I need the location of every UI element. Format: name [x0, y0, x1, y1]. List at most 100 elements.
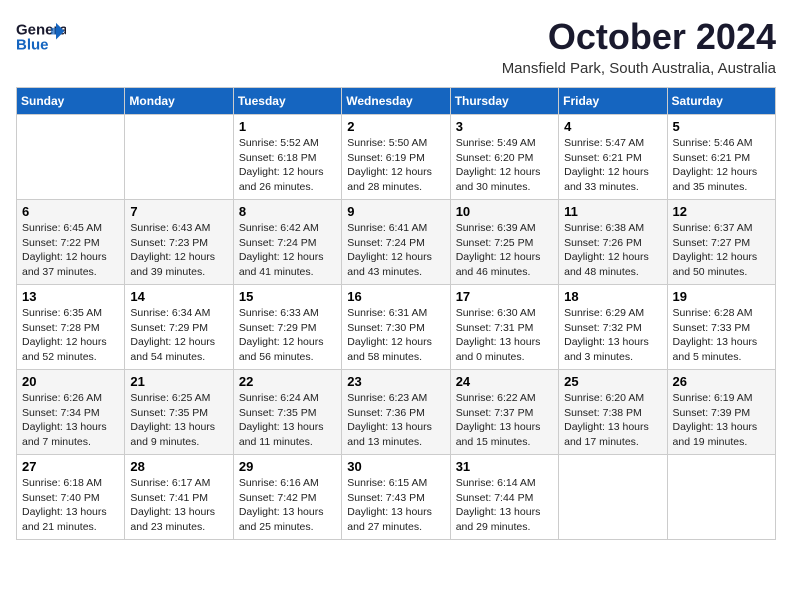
calendar-week-row: 27Sunrise: 6:18 AM Sunset: 7:40 PM Dayli… — [17, 455, 776, 540]
calendar-cell: 27Sunrise: 6:18 AM Sunset: 7:40 PM Dayli… — [17, 455, 125, 540]
calendar-cell: 16 Sunrise: 6:31 AM Sunset: 7:30 PM Dayli… — [342, 285, 450, 370]
calendar-cell: 23Sunrise: 6:23 AM Sunset: 7:36 PM Dayli… — [342, 370, 450, 455]
day-info: Sunrise: 6:28 AM Sunset: 7:33 PM Dayligh… — [673, 306, 770, 365]
calendar-cell: 10 Sunrise: 6:39 AM Sunset: 7:25 PM Dayli… — [450, 200, 558, 285]
calendar-cell: 19 Sunrise: 6:28 AM Sunset: 7:33 PM Dayli… — [667, 285, 775, 370]
calendar-cell: 15 Sunrise: 6:33 AM Sunset: 7:29 PM Dayli… — [233, 285, 341, 370]
day-number: 1 — [239, 119, 336, 134]
calendar-cell — [559, 455, 667, 540]
calendar-cell: 8Sunrise: 6:42 AM Sunset: 7:24 PM Daylig… — [233, 200, 341, 285]
logo: General Blue — [16, 16, 66, 58]
calendar-cell: 4 Sunrise: 5:47 AM Sunset: 6:21 PM Daylig… — [559, 115, 667, 200]
title-block: October 2024 Mansfield Park, South Austr… — [502, 16, 776, 77]
day-number: 5 — [673, 119, 770, 134]
calendar-cell: 1 Sunrise: 5:52 AM Sunset: 6:18 PM Daylig… — [233, 115, 341, 200]
day-info: Sunrise: 6:43 AM Sunset: 7:23 PM Dayligh… — [130, 221, 227, 280]
calendar-cell: 7 Sunrise: 6:43 AM Sunset: 7:23 PM Daylig… — [125, 200, 233, 285]
calendar-cell: 31 Sunrise: 6:14 AM Sunset: 7:44 PM Dayli… — [450, 455, 558, 540]
day-info: Sunrise: 6:42 AM Sunset: 7:24 PM Dayligh… — [239, 221, 336, 280]
day-header-wednesday: Wednesday — [342, 88, 450, 115]
day-info: Sunrise: 6:26 AM Sunset: 7:34 PM Dayligh… — [22, 391, 119, 450]
calendar-cell: 21Sunrise: 6:25 AM Sunset: 7:35 PM Dayli… — [125, 370, 233, 455]
day-info: Sunrise: 6:41 AM Sunset: 7:24 PM Dayligh… — [347, 221, 444, 280]
day-info: Sunrise: 6:39 AM Sunset: 7:25 PM Dayligh… — [456, 221, 553, 280]
day-info: Sunrise: 6:35 AM Sunset: 7:28 PM Dayligh… — [22, 306, 119, 365]
calendar-cell: 30Sunrise: 6:15 AM Sunset: 7:43 PM Dayli… — [342, 455, 450, 540]
day-info: Sunrise: 5:46 AM Sunset: 6:21 PM Dayligh… — [673, 136, 770, 195]
day-info: Sunrise: 6:14 AM Sunset: 7:44 PM Dayligh… — [456, 476, 553, 535]
day-number: 9 — [347, 204, 444, 219]
day-header-saturday: Saturday — [667, 88, 775, 115]
day-number: 6 — [22, 204, 119, 219]
day-header-friday: Friday — [559, 88, 667, 115]
day-number: 23 — [347, 374, 444, 389]
day-info: Sunrise: 6:17 AM Sunset: 7:41 PM Dayligh… — [130, 476, 227, 535]
day-info: Sunrise: 6:38 AM Sunset: 7:26 PM Dayligh… — [564, 221, 661, 280]
day-number: 24 — [456, 374, 553, 389]
calendar-cell: 20 Sunrise: 6:26 AM Sunset: 7:34 PM Dayli… — [17, 370, 125, 455]
calendar-cell: 18 Sunrise: 6:29 AM Sunset: 7:32 PM Dayli… — [559, 285, 667, 370]
calendar-header-row: SundayMondayTuesdayWednesdayThursdayFrid… — [17, 88, 776, 115]
day-number: 4 — [564, 119, 661, 134]
day-info: Sunrise: 6:37 AM Sunset: 7:27 PM Dayligh… — [673, 221, 770, 280]
day-header-sunday: Sunday — [17, 88, 125, 115]
calendar-cell: 28 Sunrise: 6:17 AM Sunset: 7:41 PM Dayli… — [125, 455, 233, 540]
day-number: 12 — [673, 204, 770, 219]
calendar-cell: 3 Sunrise: 5:49 AM Sunset: 6:20 PM Daylig… — [450, 115, 558, 200]
calendar-cell: 22 Sunrise: 6:24 AM Sunset: 7:35 PM Dayli… — [233, 370, 341, 455]
day-number: 19 — [673, 289, 770, 304]
calendar-table: SundayMondayTuesdayWednesdayThursdayFrid… — [16, 87, 776, 540]
calendar-cell: 17 Sunrise: 6:30 AM Sunset: 7:31 PM Dayli… — [450, 285, 558, 370]
day-info: Sunrise: 6:30 AM Sunset: 7:31 PM Dayligh… — [456, 306, 553, 365]
day-info: Sunrise: 6:22 AM Sunset: 7:37 PM Dayligh… — [456, 391, 553, 450]
day-info: Sunrise: 6:34 AM Sunset: 7:29 PM Dayligh… — [130, 306, 227, 365]
day-number: 7 — [130, 204, 227, 219]
calendar-cell: 24 Sunrise: 6:22 AM Sunset: 7:37 PM Dayli… — [450, 370, 558, 455]
day-number: 21 — [130, 374, 227, 389]
page-header: General Blue October 2024 Mansfield Park… — [16, 16, 776, 77]
calendar-cell: 9 Sunrise: 6:41 AM Sunset: 7:24 PM Daylig… — [342, 200, 450, 285]
calendar-cell — [125, 115, 233, 200]
day-info: Sunrise: 5:47 AM Sunset: 6:21 PM Dayligh… — [564, 136, 661, 195]
calendar-week-row: 13 Sunrise: 6:35 AM Sunset: 7:28 PM Dayli… — [17, 285, 776, 370]
day-number: 16 — [347, 289, 444, 304]
calendar-cell — [17, 115, 125, 200]
day-number: 18 — [564, 289, 661, 304]
day-number: 10 — [456, 204, 553, 219]
calendar-cell: 14 Sunrise: 6:34 AM Sunset: 7:29 PM Dayli… — [125, 285, 233, 370]
day-number: 15 — [239, 289, 336, 304]
day-number: 28 — [130, 459, 227, 474]
day-number: 11 — [564, 204, 661, 219]
day-info: Sunrise: 5:52 AM Sunset: 6:18 PM Dayligh… — [239, 136, 336, 195]
calendar-week-row: 1 Sunrise: 5:52 AM Sunset: 6:18 PM Daylig… — [17, 115, 776, 200]
day-info: Sunrise: 6:24 AM Sunset: 7:35 PM Dayligh… — [239, 391, 336, 450]
day-number: 2 — [347, 119, 444, 134]
day-number: 31 — [456, 459, 553, 474]
day-number: 30 — [347, 459, 444, 474]
logo-svg: General Blue — [16, 16, 66, 58]
day-number: 3 — [456, 119, 553, 134]
day-number: 29 — [239, 459, 336, 474]
day-number: 27 — [22, 459, 119, 474]
day-info: Sunrise: 6:20 AM Sunset: 7:38 PM Dayligh… — [564, 391, 661, 450]
day-info: Sunrise: 6:19 AM Sunset: 7:39 PM Dayligh… — [673, 391, 770, 450]
calendar-cell: 11 Sunrise: 6:38 AM Sunset: 7:26 PM Dayli… — [559, 200, 667, 285]
day-number: 22 — [239, 374, 336, 389]
calendar-cell: 26 Sunrise: 6:19 AM Sunset: 7:39 PM Dayli… — [667, 370, 775, 455]
day-number: 17 — [456, 289, 553, 304]
day-number: 26 — [673, 374, 770, 389]
day-number: 25 — [564, 374, 661, 389]
month-title: October 2024 — [502, 16, 776, 58]
day-info: Sunrise: 6:33 AM Sunset: 7:29 PM Dayligh… — [239, 306, 336, 365]
calendar-cell: 29Sunrise: 6:16 AM Sunset: 7:42 PM Dayli… — [233, 455, 341, 540]
day-info: Sunrise: 6:31 AM Sunset: 7:30 PM Dayligh… — [347, 306, 444, 365]
day-number: 20 — [22, 374, 119, 389]
calendar-week-row: 6Sunrise: 6:45 AM Sunset: 7:22 PM Daylig… — [17, 200, 776, 285]
calendar-cell: 2 Sunrise: 5:50 AM Sunset: 6:19 PM Daylig… — [342, 115, 450, 200]
day-info: Sunrise: 5:49 AM Sunset: 6:20 PM Dayligh… — [456, 136, 553, 195]
day-info: Sunrise: 6:29 AM Sunset: 7:32 PM Dayligh… — [564, 306, 661, 365]
day-number: 13 — [22, 289, 119, 304]
day-number: 14 — [130, 289, 227, 304]
day-info: Sunrise: 5:50 AM Sunset: 6:19 PM Dayligh… — [347, 136, 444, 195]
day-header-tuesday: Tuesday — [233, 88, 341, 115]
